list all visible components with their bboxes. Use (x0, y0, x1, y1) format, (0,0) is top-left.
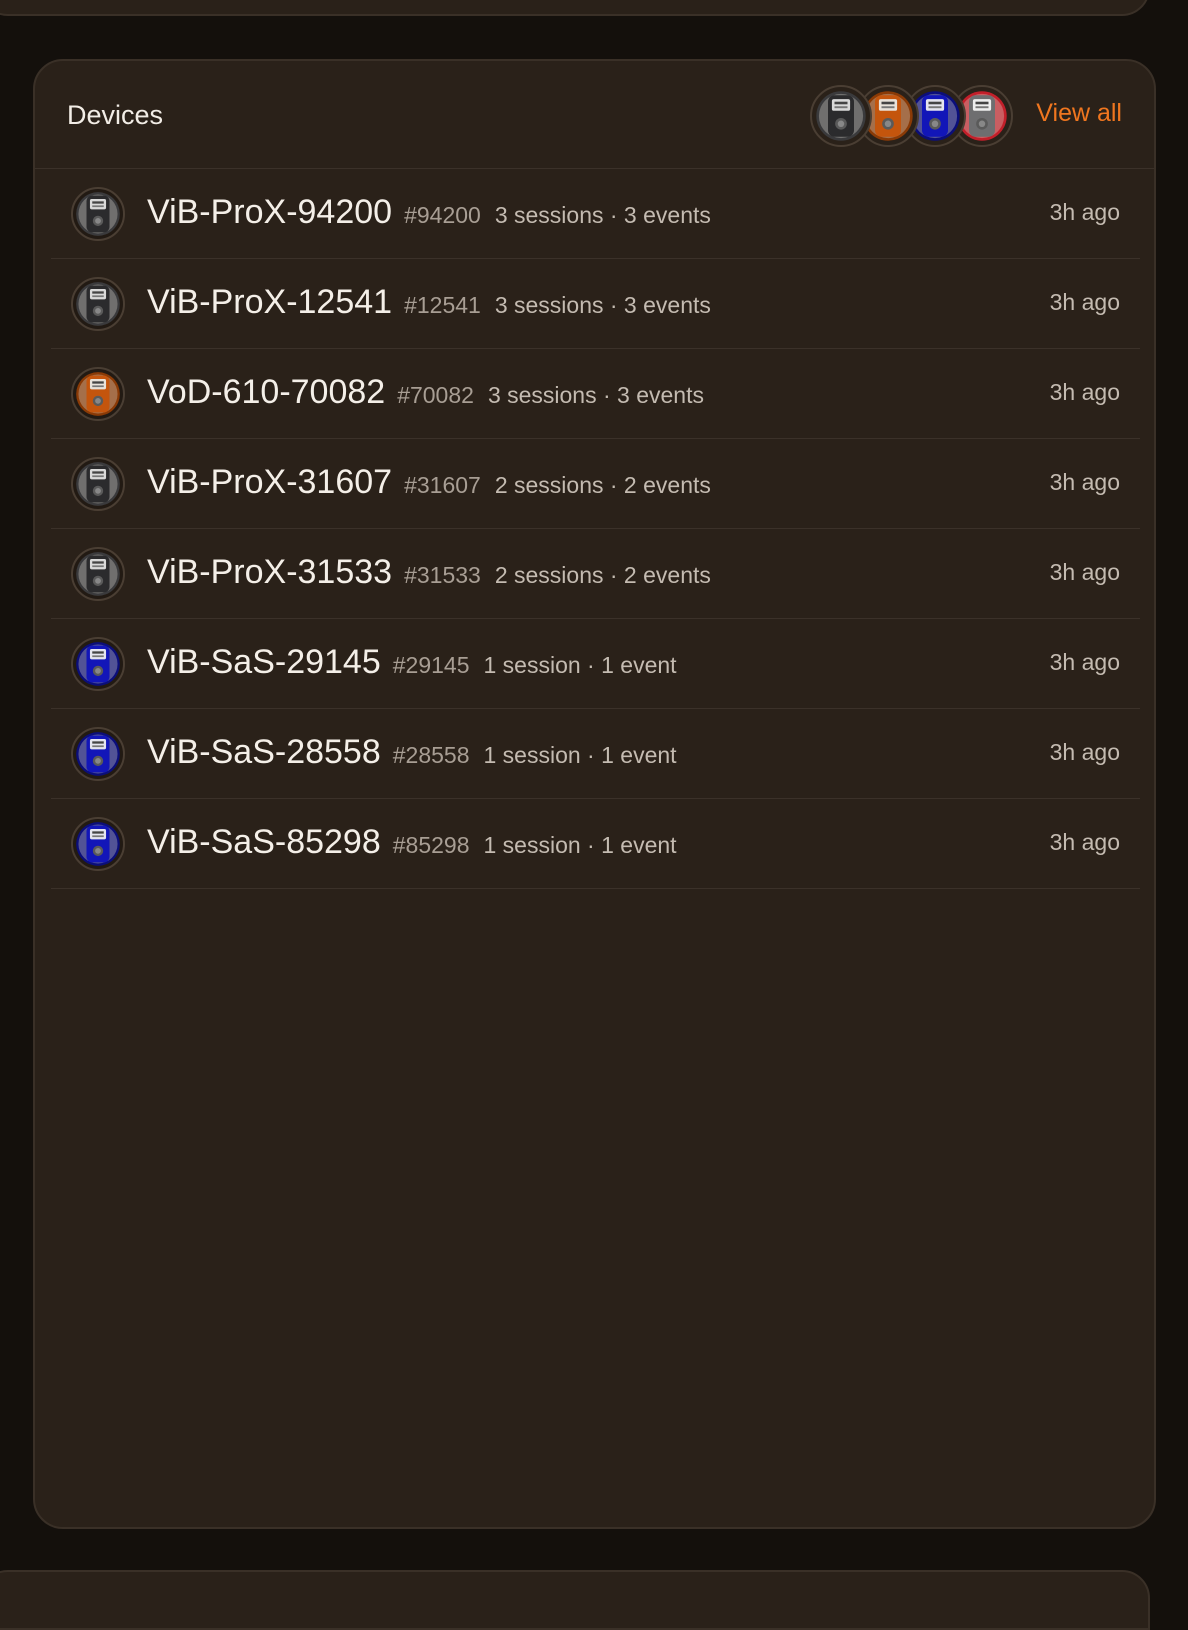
device-last-seen: 3h ago (1049, 379, 1120, 405)
previous-card-edge (0, 0, 1150, 16)
device-name: ViB-SaS-85298 (147, 823, 381, 861)
device-row[interactable]: ViB-ProX-12541 #12541 3 sessions · 3 event… (51, 259, 1140, 349)
panel-header: Devices View all (35, 61, 1154, 169)
device-row[interactable]: ViB-ProX-31607 #31607 2 sessions · 2 event… (51, 439, 1140, 529)
device-row[interactable]: ViB-ProX-31533 #31533 2 sessions · 2 event… (51, 529, 1140, 619)
device-last-seen: 3h ago (1049, 739, 1120, 765)
device-row[interactable]: ViB-SaS-28558 #28558 1 session · 1 event 3h… (51, 709, 1140, 799)
device-id: #29145 (392, 652, 470, 678)
device-black-icon (71, 547, 125, 601)
device-stats: 2 sessions · 2 events (494, 472, 711, 498)
device-name: ViB-ProX-94200 (147, 193, 393, 231)
device-blue-icon (71, 727, 125, 781)
device-stats: 1 session · 1 event (483, 652, 677, 678)
device-line: VoD-610-70082 #70082 3 sessions · 3 events (147, 373, 704, 412)
device-blue-icon (71, 637, 125, 691)
device-avatar-stack (810, 85, 1030, 149)
device-id: #28558 (392, 742, 470, 768)
device-row[interactable]: VoD-610-70082 #70082 3 sessions · 3 events… (51, 349, 1140, 439)
device-last-seen: 3h ago (1049, 829, 1120, 855)
device-black-icon (71, 277, 125, 331)
device-id: #94200 (404, 202, 481, 228)
device-row[interactable]: ViB-SaS-29145 #29145 1 session · 1 event 3h… (51, 619, 1140, 709)
device-line: ViB-SaS-85298 #85298 1 session · 1 event (147, 823, 677, 862)
device-last-seen: 3h ago (1049, 649, 1120, 675)
device-stats: 1 session · 1 event (483, 742, 677, 768)
device-name: ViB-SaS-29145 (147, 643, 381, 681)
device-name: ViB-SaS-28558 (147, 733, 381, 771)
device-line: ViB-SaS-28558 #28558 1 session · 1 event (147, 733, 677, 772)
device-line: ViB-SaS-29145 #29145 1 session · 1 event (147, 643, 677, 682)
device-black-icon (71, 457, 125, 511)
device-id: #70082 (397, 382, 474, 408)
device-black-icon (71, 187, 125, 241)
device-id: #31607 (404, 472, 481, 498)
device-orange-icon (71, 367, 125, 421)
device-stats: 3 sessions · 3 events (494, 202, 711, 228)
view-all-link[interactable]: View all (1036, 99, 1122, 128)
device-blue-icon (71, 817, 125, 871)
device-line: ViB-ProX-12541 #12541 3 sessions · 3 event… (147, 283, 711, 322)
device-list: ViB-ProX-94200 #94200 3 sessions · 3 event… (51, 169, 1140, 889)
device-stats: 3 sessions · 3 events (487, 382, 704, 408)
device-stats: 2 sessions · 2 events (494, 562, 711, 588)
next-card-edge (0, 1570, 1150, 1630)
device-last-seen: 3h ago (1049, 469, 1120, 495)
device-id: #85298 (392, 832, 470, 858)
device-row[interactable]: ViB-ProX-94200 #94200 3 sessions · 3 event… (51, 169, 1140, 259)
device-row[interactable]: ViB-SaS-85298 #85298 1 session · 1 event 3h… (51, 799, 1140, 889)
device-name: ViB-ProX-12541 (147, 283, 393, 321)
device-last-seen: 3h ago (1049, 199, 1120, 225)
device-name: ViB-ProX-31533 (147, 553, 393, 591)
device-stats: 3 sessions · 3 events (494, 292, 711, 318)
device-stats: 1 session · 1 event (483, 832, 677, 858)
device-id: #31533 (404, 562, 481, 588)
panel-title: Devices (67, 100, 164, 130)
device-id: #12541 (404, 292, 481, 318)
device-black-icon (815, 90, 867, 142)
stack-avatar-black (810, 85, 872, 147)
device-last-seen: 3h ago (1049, 289, 1120, 315)
devices-panel: Devices View all ViB-ProX-94200 #94200 3 s… (33, 59, 1156, 1529)
device-last-seen: 3h ago (1049, 559, 1120, 585)
device-line: ViB-ProX-31607 #31607 2 sessions · 2 event… (147, 463, 711, 502)
device-line: ViB-ProX-94200 #94200 3 sessions · 3 event… (147, 193, 711, 232)
device-line: ViB-ProX-31533 #31533 2 sessions · 2 event… (147, 553, 711, 592)
device-name: ViB-ProX-31607 (147, 463, 393, 501)
device-name: VoD-610-70082 (147, 373, 386, 411)
